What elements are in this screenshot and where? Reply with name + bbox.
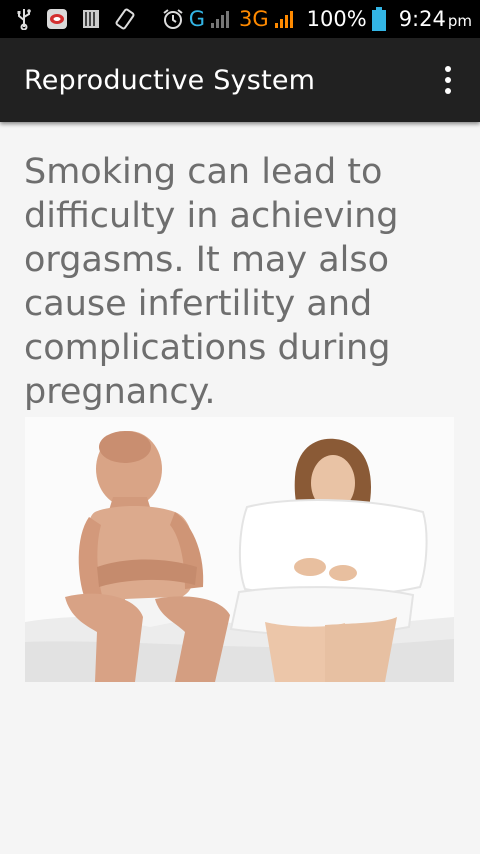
status-bar-system: G 3G 100% 9:24 pm	[162, 7, 472, 31]
g-network-label: G	[188, 7, 205, 31]
battery-percent: 100%	[306, 7, 367, 31]
overflow-dot	[445, 66, 451, 72]
signal-strength-icon	[274, 9, 296, 29]
battery-icon	[371, 7, 386, 31]
clock-ampm: pm	[447, 12, 472, 30]
notification-app-icon	[46, 8, 68, 30]
status-bar-notifications	[16, 8, 136, 30]
status-bar: G 3G 100% 9:24 pm	[0, 0, 480, 38]
signal-strength-icon	[210, 9, 232, 29]
page-title: Reproductive System	[24, 64, 316, 96]
illustration-image	[25, 417, 454, 682]
clock: 9:24 pm	[399, 7, 472, 31]
usb-icon	[16, 8, 32, 30]
overflow-menu-button[interactable]	[436, 60, 460, 100]
body-text: Smoking can lead to difficulty in achiev…	[24, 152, 399, 412]
couple-photo	[25, 417, 454, 682]
content-area[interactable]: Smoking can lead to difficulty in achiev…	[0, 122, 480, 854]
clock-time: 9:24	[398, 7, 446, 31]
overflow-dot	[445, 77, 451, 83]
app-bar: Reproductive System	[0, 38, 480, 122]
overflow-dot	[445, 88, 451, 94]
3g-network-label: 3G	[239, 7, 269, 31]
alarm-icon	[162, 8, 184, 30]
storage-icon	[82, 8, 100, 30]
rotate-icon	[114, 8, 136, 30]
